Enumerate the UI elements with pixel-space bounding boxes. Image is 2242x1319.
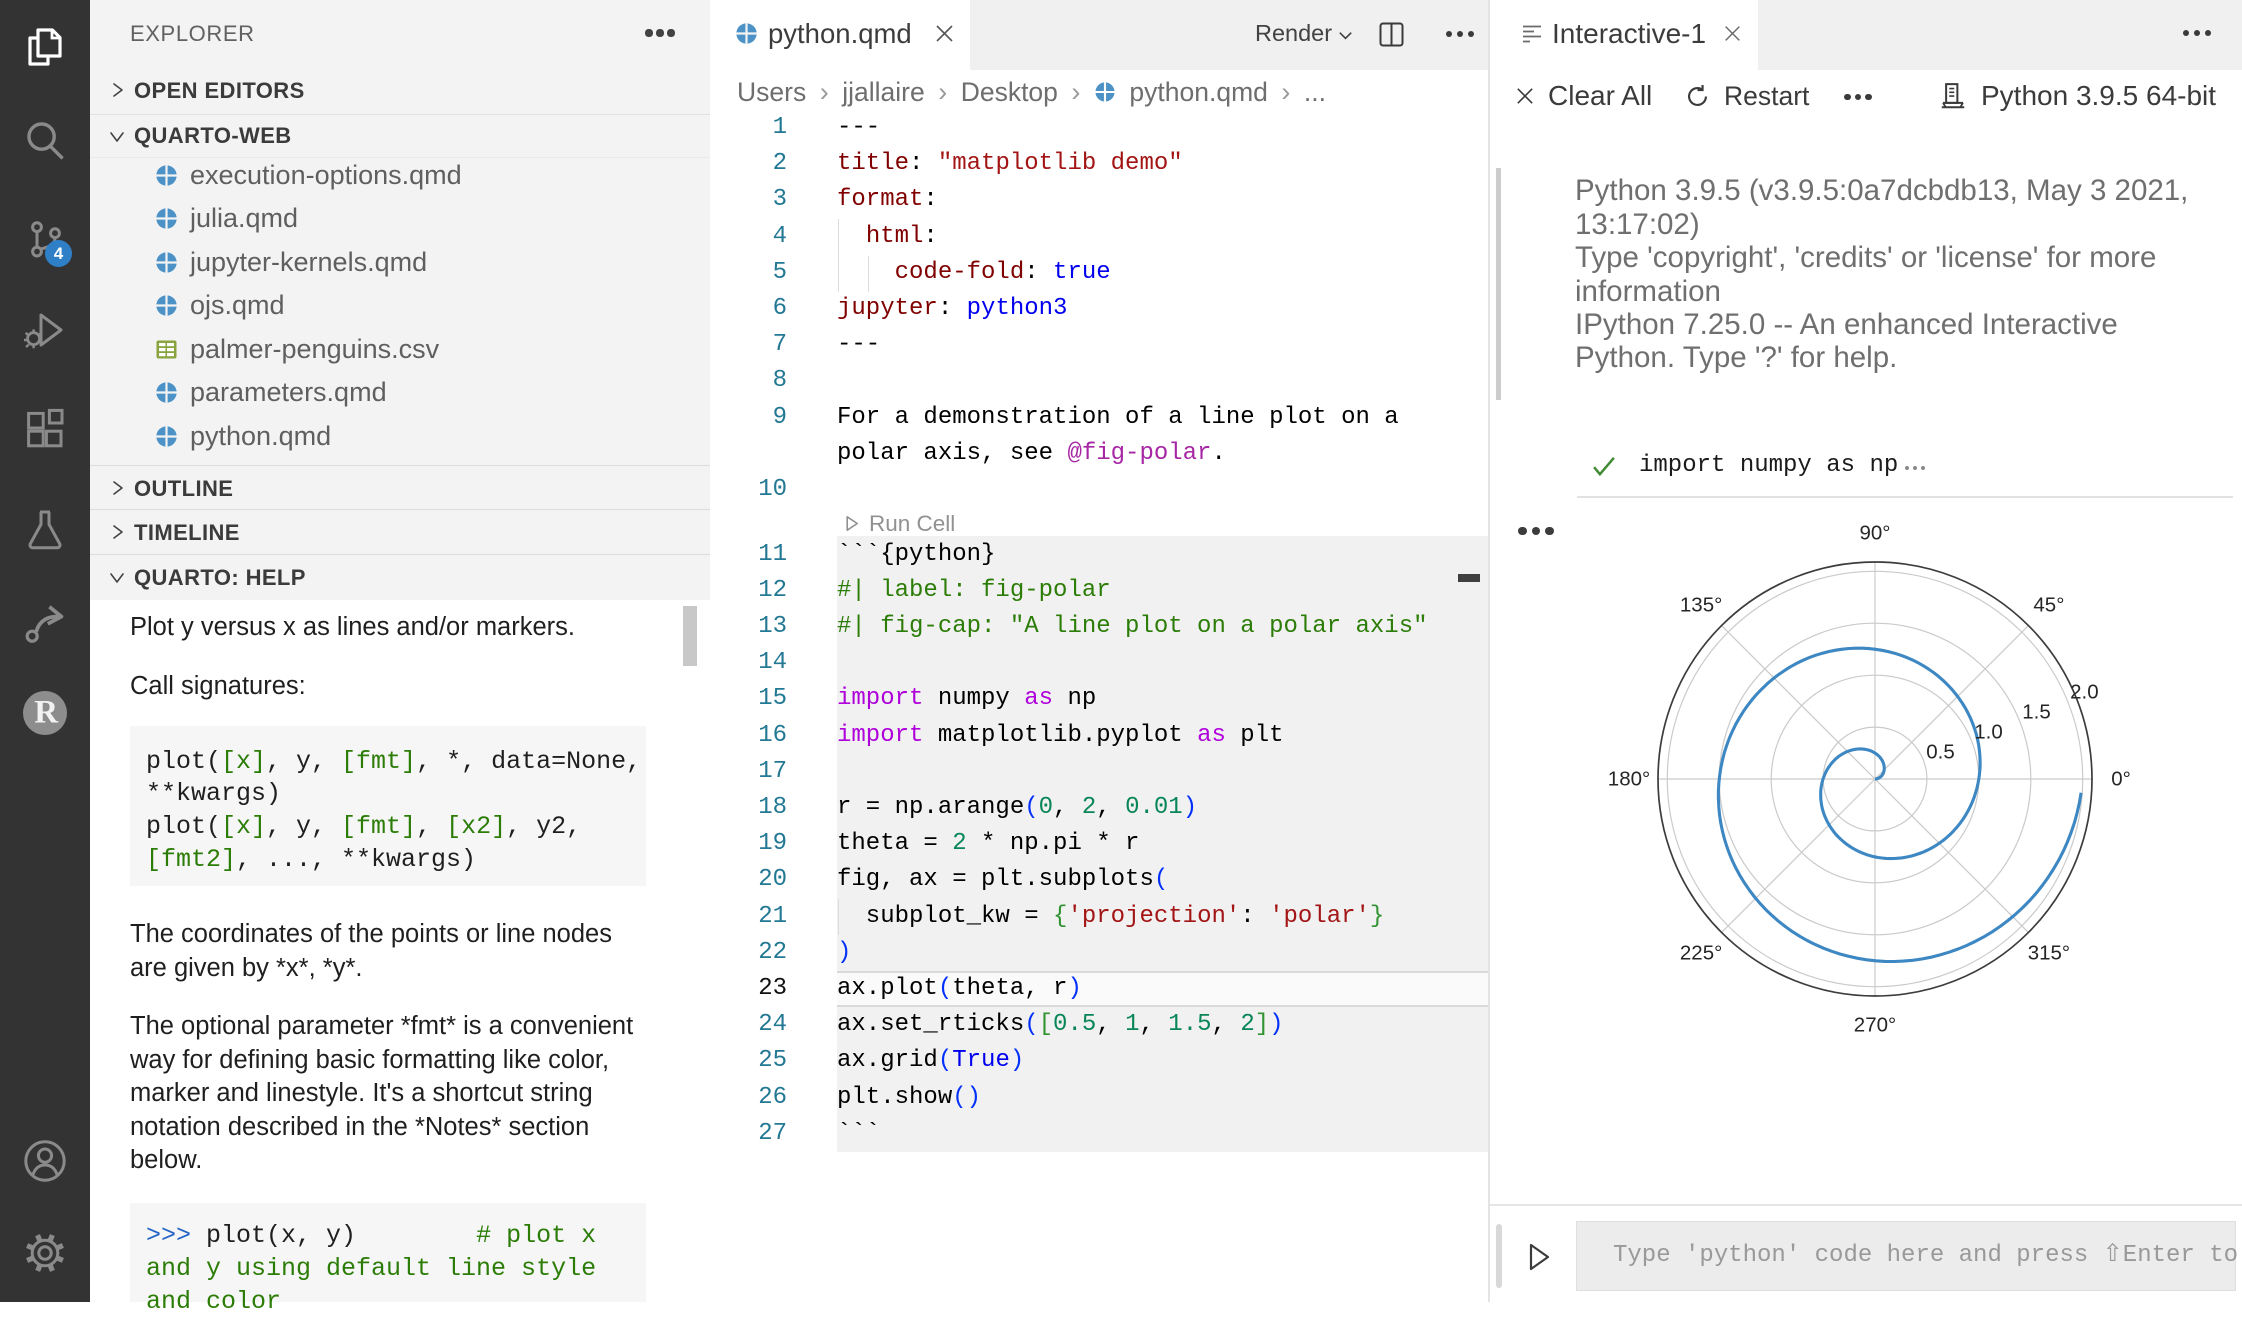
svg-text:315°: 315° <box>2028 941 2070 964</box>
svg-text:R: R <box>34 695 59 731</box>
svg-text:0.5: 0.5 <box>1926 740 1955 763</box>
svg-text:0°: 0° <box>2111 768 2131 791</box>
svg-text:90°: 90° <box>1859 522 1890 545</box>
svg-text:1.0: 1.0 <box>1974 721 2003 744</box>
svg-text:270°: 270° <box>1854 1014 1896 1037</box>
svg-text:135°: 135° <box>1680 594 1722 617</box>
svg-text:180°: 180° <box>1608 768 1650 791</box>
svg-text:225°: 225° <box>1680 941 1722 964</box>
svg-text:45°: 45° <box>2033 594 2064 617</box>
svg-text:2.0: 2.0 <box>2070 681 2099 704</box>
svg-text:1.5: 1.5 <box>2022 701 2051 724</box>
